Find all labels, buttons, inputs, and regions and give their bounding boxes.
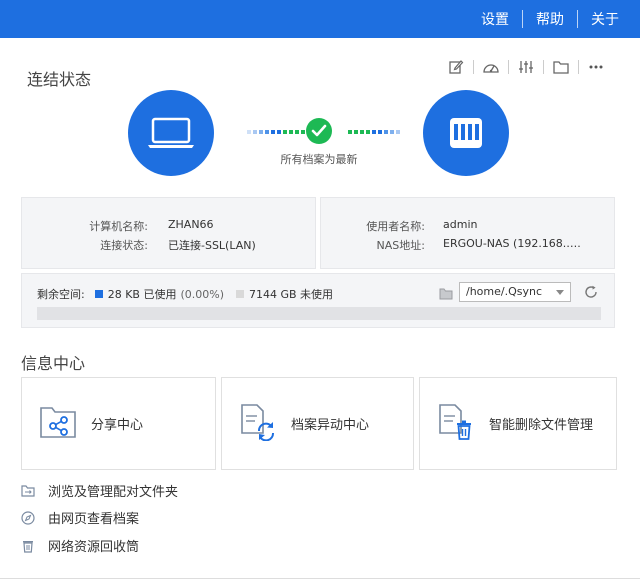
used-space-percent: (0.00%) bbox=[180, 287, 224, 301]
connection-status-label: 连接状态: bbox=[100, 239, 148, 252]
free-space-label: 剩余空间: bbox=[37, 288, 85, 301]
smart-delete-card[interactable]: 智能删除文件管理 bbox=[419, 377, 617, 470]
top-nav: 设置 帮助 关于 bbox=[468, 0, 632, 38]
storage-panel: 剩余空间: 28 KB 已使用 (0.00%) 7144 GB 未使用 /hom… bbox=[21, 273, 615, 328]
share-folder-icon bbox=[39, 405, 77, 443]
smart-delete-label: 智能删除文件管理 bbox=[489, 418, 594, 433]
recycle-bin-icon bbox=[21, 539, 35, 553]
settings-link[interactable]: 设置 bbox=[468, 9, 522, 29]
paired-folder-icon bbox=[21, 484, 35, 498]
file-change-center-card[interactable]: 档案异动中心 bbox=[221, 377, 414, 470]
used-space-value: 28 KB 已使用 bbox=[107, 288, 177, 301]
connection-line-left bbox=[247, 130, 305, 134]
info-center-title: 信息中心 bbox=[21, 354, 86, 373]
computer-info-panel: 计算机名称: ZHAN66 连接状态: 已连接-SSL(LAN) bbox=[21, 197, 316, 269]
nas-address-value: ERGOU-NAS (192.168.…. bbox=[443, 237, 581, 250]
toolbar-divider bbox=[473, 60, 474, 74]
connection-status-value: 已连接-SSL(LAN) bbox=[168, 239, 256, 252]
nas-status-icon bbox=[423, 90, 509, 176]
sliders-icon[interactable] bbox=[516, 57, 536, 77]
nas-device-icon bbox=[450, 118, 482, 148]
view-files-on-web-label: 由网页查看档案 bbox=[48, 512, 140, 527]
storage-usage-bar bbox=[37, 307, 601, 320]
unused-legend-swatch bbox=[236, 290, 244, 298]
user-name-label: 使用者名称: bbox=[366, 220, 425, 233]
manage-paired-folders-label: 浏览及管理配对文件夹 bbox=[48, 485, 179, 500]
toolbar-divider bbox=[543, 60, 544, 74]
computer-name-label: 计算机名称: bbox=[89, 220, 148, 233]
more-icon[interactable] bbox=[586, 57, 606, 77]
file-change-center-label: 档案异动中心 bbox=[291, 418, 370, 433]
computer-status-icon bbox=[128, 90, 214, 176]
file-delete-icon bbox=[437, 403, 475, 445]
share-center-card[interactable]: 分享中心 bbox=[21, 377, 216, 470]
computer-name-value: ZHAN66 bbox=[168, 218, 214, 231]
view-files-on-web-link[interactable]: 由网页查看档案 bbox=[21, 508, 139, 527]
nas-address-label: NAS地址: bbox=[376, 239, 425, 252]
top-bar: 设置 帮助 关于 bbox=[0, 0, 640, 38]
storage-summary: 剩余空间: 28 KB 已使用 (0.00%) 7144 GB 未使用 bbox=[37, 286, 333, 302]
sync-ok-icon bbox=[306, 118, 332, 144]
refresh-icon[interactable] bbox=[584, 284, 598, 303]
manage-paired-folders-link[interactable]: 浏览及管理配对文件夹 bbox=[21, 481, 178, 500]
network-recycle-bin-link[interactable]: 网络资源回收筒 bbox=[21, 536, 139, 555]
connection-status-title: 连结状态 bbox=[27, 70, 92, 89]
sync-folder-path: /home/.Qsync bbox=[466, 285, 543, 298]
folder-icon bbox=[439, 285, 453, 304]
unused-space-value: 7144 GB 未使用 bbox=[249, 288, 334, 301]
connection-line-right bbox=[348, 130, 400, 134]
bottom-divider bbox=[0, 578, 640, 579]
toolbar bbox=[446, 57, 606, 77]
file-sync-icon bbox=[239, 403, 277, 445]
sync-status-text: 所有档案为最新 bbox=[280, 153, 358, 166]
laptop-icon bbox=[148, 117, 194, 148]
user-name-value: admin bbox=[443, 218, 478, 231]
compass-icon bbox=[21, 510, 35, 525]
edit-icon[interactable] bbox=[446, 57, 466, 77]
help-link[interactable]: 帮助 bbox=[523, 9, 577, 29]
sync-folder-select[interactable]: /home/.Qsync bbox=[459, 282, 571, 302]
nas-info-panel: 使用者名称: admin NAS地址: ERGOU-NAS (192.168.…… bbox=[320, 197, 615, 269]
speedometer-icon[interactable] bbox=[481, 57, 501, 77]
used-legend-swatch bbox=[94, 290, 103, 298]
toolbar-divider bbox=[578, 60, 579, 74]
network-recycle-bin-label: 网络资源回收筒 bbox=[48, 540, 140, 555]
toolbar-divider bbox=[508, 60, 509, 74]
about-link[interactable]: 关于 bbox=[578, 9, 632, 29]
folder-icon[interactable] bbox=[551, 57, 571, 77]
chevron-down-icon bbox=[556, 290, 564, 295]
share-center-label: 分享中心 bbox=[91, 418, 144, 433]
